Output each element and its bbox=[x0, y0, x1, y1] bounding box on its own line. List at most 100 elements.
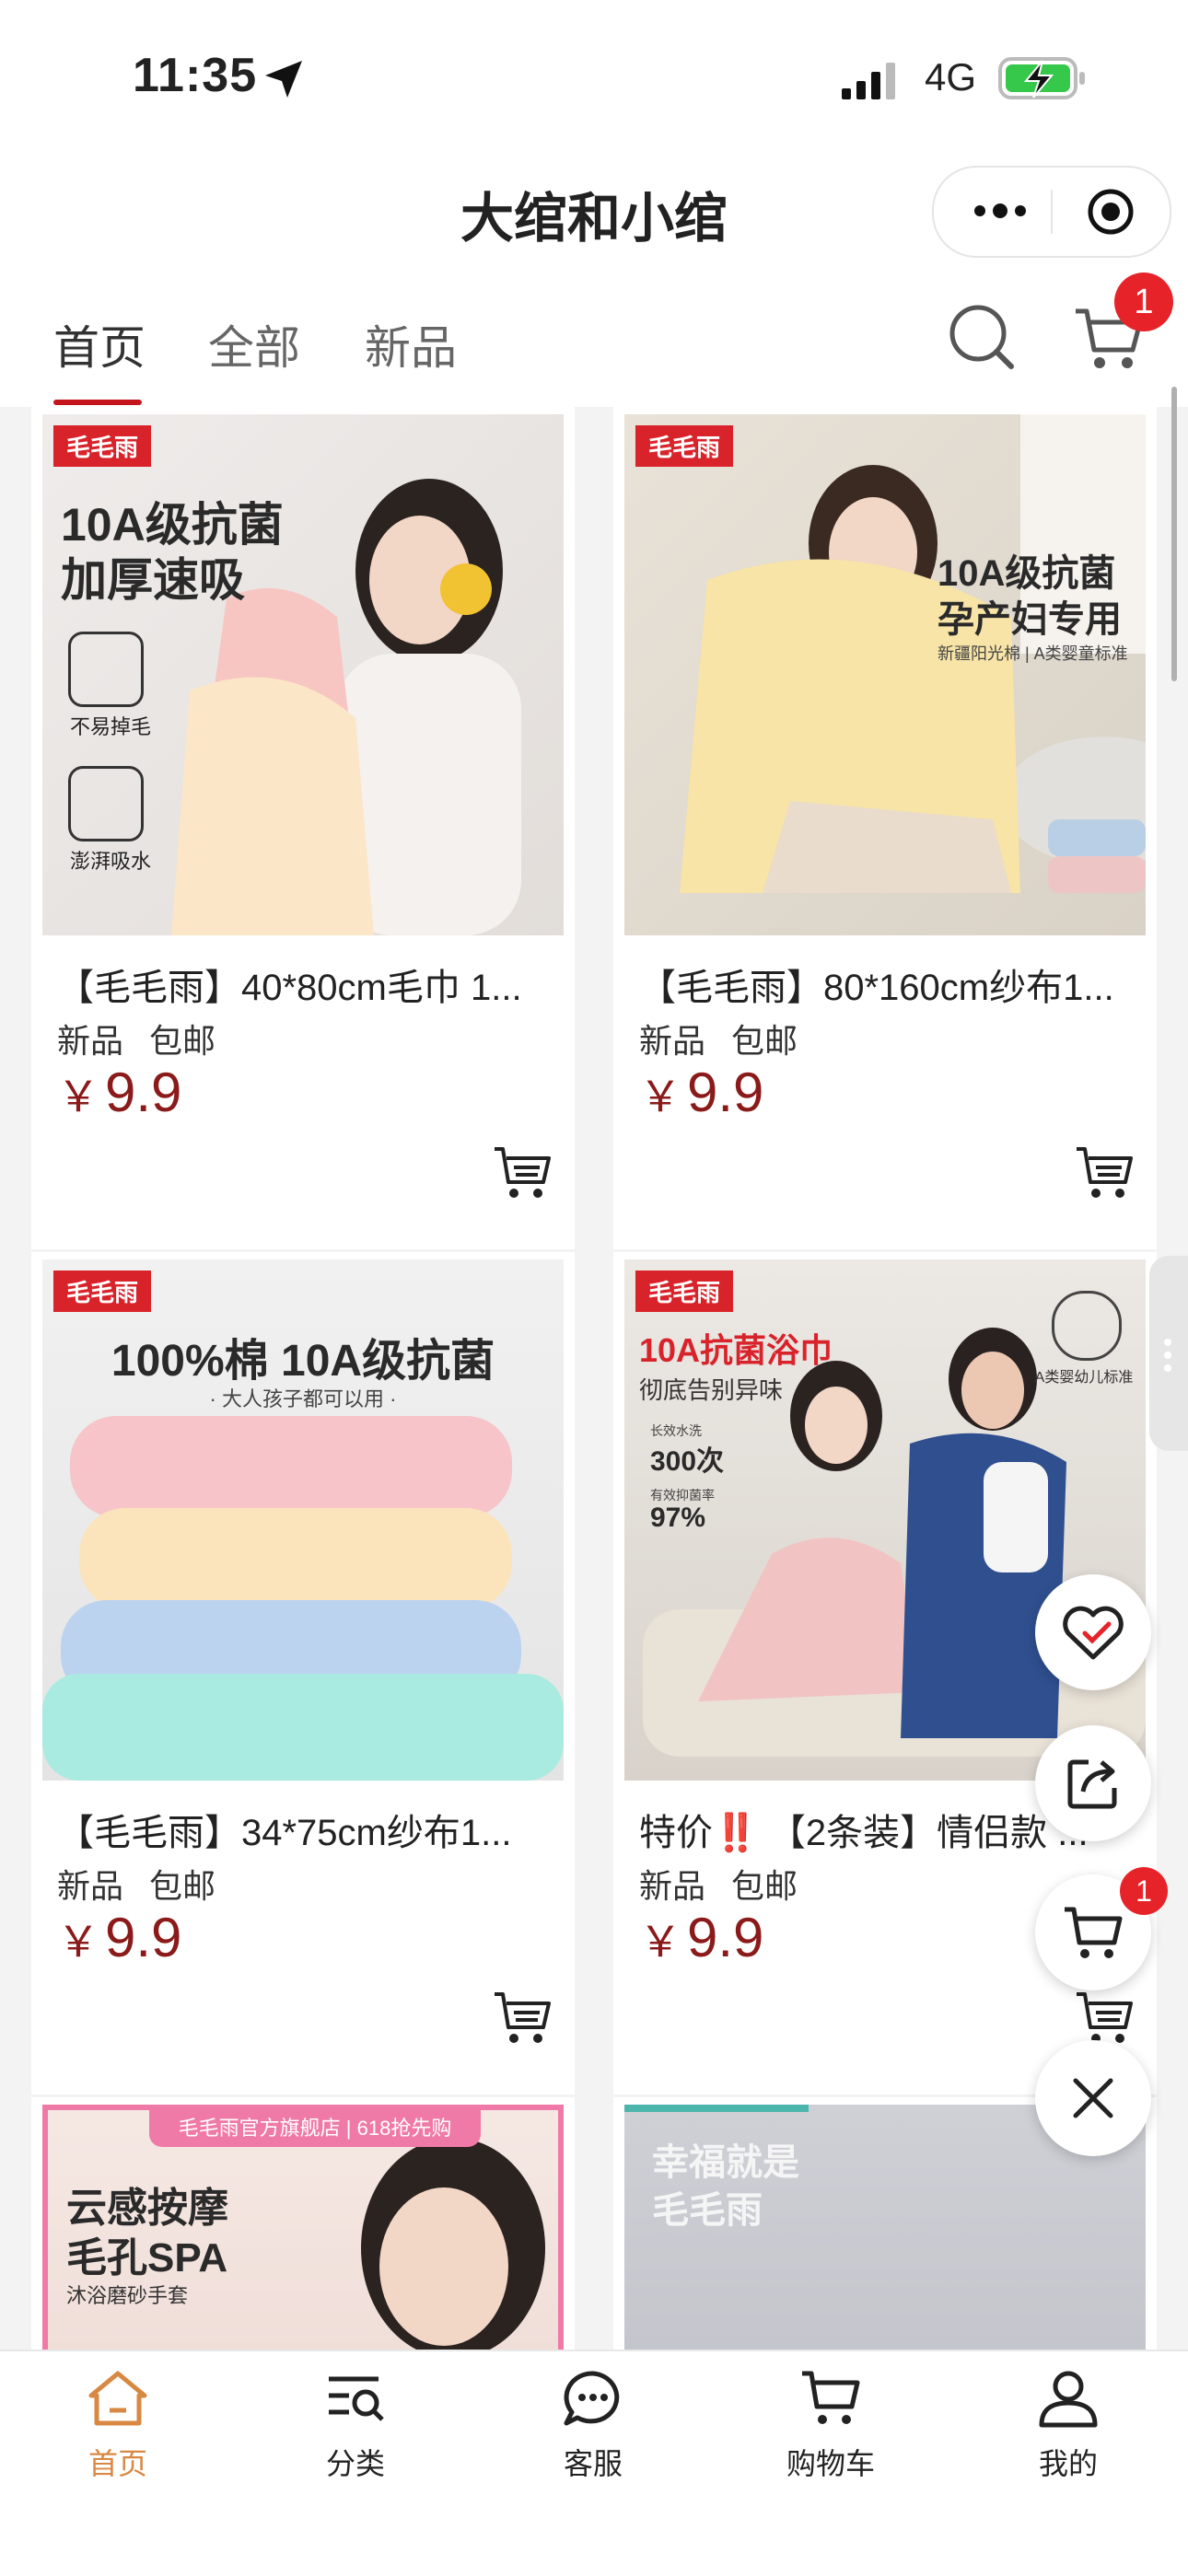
product-title[interactable]: 【毛毛雨】40*80cm毛巾 1... bbox=[57, 957, 554, 1011]
nav-label: 购物车 bbox=[786, 2447, 875, 2480]
product-image[interactable]: 毛毛雨 100%棉 10A级抗菌 · 大人孩子都可以用 · bbox=[42, 1259, 564, 1781]
product-image[interactable]: 毛毛雨 10A级抗菌 加厚速吸 不易掉毛 澎湃吸水 bbox=[42, 414, 564, 935]
nav-label: 首页 bbox=[87, 2447, 147, 2480]
stat-label: 长效水洗 bbox=[650, 1423, 702, 1438]
status-bar: 11:35 4G bbox=[0, 0, 1188, 157]
search-icon[interactable] bbox=[947, 302, 1017, 372]
image-subtext: · 大人孩子都可以用 · bbox=[209, 1387, 397, 1410]
tab-bar: 首页 全部 新品 bbox=[0, 295, 1188, 407]
price-value: 9.9 bbox=[687, 1062, 764, 1123]
side-drawer-handle[interactable] bbox=[1149, 1256, 1188, 1451]
product-card[interactable]: 毛毛雨 100%棉 10A级抗菌 · 大人孩子都可以用 · 【毛毛雨】34*75… bbox=[31, 1252, 575, 2094]
nav-label: 分类 bbox=[325, 2447, 385, 2480]
battery-charging-icon bbox=[998, 57, 1085, 99]
product-price: ￥ 9.9 bbox=[57, 1906, 181, 1969]
product-card[interactable]: 毛毛雨 10A级抗菌 加厚速吸 不易掉毛 澎湃吸水 【毛毛雨】40*80cm毛巾… bbox=[31, 407, 575, 1249]
tab-all[interactable]: 全部 bbox=[208, 311, 300, 377]
feature-label: 不易掉毛 bbox=[70, 715, 152, 738]
cart-icon bbox=[802, 2371, 860, 2424]
image-subtext: 沐浴磨砂手套 bbox=[66, 2284, 189, 2307]
tag-free-shipping: 包邮 bbox=[731, 1022, 798, 1060]
status-time: 11:35 bbox=[133, 49, 258, 102]
product-image[interactable]: 毛毛雨 10A级抗菌 孕产妇专用 新疆阳光棉 | A类婴童标准 bbox=[624, 414, 1146, 935]
stat-value: 97% bbox=[650, 1503, 706, 1533]
product-tags: 新品 包邮 bbox=[57, 1860, 241, 1908]
heart-check-icon bbox=[1063, 1606, 1124, 1660]
badge-label: A类婴幼儿标准 bbox=[1034, 1370, 1134, 1386]
nav-home[interactable]: 首页 bbox=[35, 2368, 201, 2483]
product-tags: 新品 包邮 bbox=[57, 1015, 241, 1062]
stat-label: 有效抑菌率 bbox=[650, 1488, 715, 1503]
user-icon bbox=[1039, 2371, 1098, 2428]
product-photo bbox=[680, 414, 1146, 893]
favorite-button[interactable] bbox=[1035, 1574, 1151, 1690]
add-to-cart-icon[interactable] bbox=[1074, 1989, 1135, 2046]
location-arrow-icon bbox=[265, 61, 302, 98]
image-subtext: 彻底告别异味 bbox=[639, 1376, 784, 1404]
feature-label: 澎湃吸水 bbox=[70, 850, 152, 873]
product-card[interactable]: 毛毛雨官方旗舰店 | 618抢先购 云感按摩 毛孔SPA 沐浴磨砂手套 bbox=[31, 2097, 575, 2473]
currency-symbol: ￥ bbox=[639, 1073, 681, 1120]
nav-profile[interactable]: 我的 bbox=[985, 2368, 1151, 2483]
product-title[interactable]: 【毛毛雨】80*160cm纱布1... bbox=[639, 957, 1136, 1011]
tab-home[interactable]: 首页 bbox=[53, 311, 146, 377]
image-subtext: 新疆阳光棉 | A类婴童标准 bbox=[938, 644, 1128, 663]
price-value: 9.9 bbox=[105, 1907, 182, 1968]
cart-icon bbox=[1065, 1907, 1123, 1958]
nav-label: 客服 bbox=[563, 2447, 623, 2480]
stat-value: 300次 bbox=[650, 1446, 725, 1477]
capsule-divider bbox=[1051, 190, 1053, 234]
product-tags: 新品 包邮 bbox=[639, 1015, 823, 1062]
baby-badge-icon bbox=[1052, 1291, 1122, 1361]
brand-tag: 毛毛雨 bbox=[53, 425, 152, 467]
close-float-button[interactable] bbox=[1035, 2040, 1151, 2156]
image-headline: 加厚速吸 bbox=[61, 554, 245, 606]
feature-icon bbox=[68, 766, 144, 841]
image-headline: 孕产妇专用 bbox=[938, 599, 1122, 640]
nav-category[interactable]: 分类 bbox=[273, 2368, 438, 2483]
tab-new[interactable]: 新品 bbox=[365, 311, 457, 377]
brand-tag: 毛毛雨 bbox=[635, 425, 734, 467]
product-title[interactable]: 【毛毛雨】34*75cm纱布1... bbox=[57, 1803, 554, 1856]
tag-new: 新品 bbox=[639, 1867, 706, 1905]
image-headline: 10A抗菌浴巾 bbox=[639, 1331, 833, 1369]
nav-label: 我的 bbox=[1038, 2447, 1098, 2480]
promo-banner: 毛毛雨官方旗舰店 | 618抢先购 bbox=[149, 2110, 481, 2147]
price-value: 9.9 bbox=[105, 1062, 182, 1123]
product-image[interactable]: 毛毛雨 10A抗菌浴巾 彻底告别异味 长效水洗 300次 有效抑菌率 97% A… bbox=[624, 1259, 1146, 1781]
brand-tag: 毛毛雨 bbox=[635, 1271, 734, 1312]
share-button[interactable] bbox=[1035, 1725, 1151, 1841]
product-price: ￥ 9.9 bbox=[57, 1061, 181, 1124]
tag-new: 新品 bbox=[639, 1022, 706, 1060]
add-to-cart-icon[interactable] bbox=[1074, 1143, 1135, 1201]
currency-symbol: ￥ bbox=[639, 1918, 681, 1966]
float-cart-badge: 1 bbox=[1120, 1867, 1168, 1915]
bottom-nav: 首页 分类 客服 购物车 我的 bbox=[0, 2350, 1188, 2576]
tag-new: 新品 bbox=[57, 1867, 124, 1905]
add-to-cart-icon[interactable] bbox=[492, 1143, 553, 1201]
product-price: ￥ 9.9 bbox=[639, 1906, 763, 1969]
image-headline: 幸福就是 bbox=[652, 2142, 799, 2183]
close-icon bbox=[1073, 2078, 1113, 2118]
image-headline: 毛毛雨 bbox=[652, 2190, 763, 2231]
close-miniprogram-icon[interactable] bbox=[1087, 188, 1135, 236]
price-value: 9.9 bbox=[687, 1907, 764, 1968]
tab-active-indicator bbox=[53, 400, 142, 405]
tag-free-shipping: 包邮 bbox=[149, 1867, 216, 1905]
product-tags: 新品 包邮 bbox=[639, 1860, 823, 1908]
product-price: ￥ 9.9 bbox=[639, 1061, 763, 1124]
nav-service[interactable]: 客服 bbox=[510, 2368, 676, 2483]
add-to-cart-icon[interactable] bbox=[492, 1989, 553, 2046]
category-icon bbox=[329, 2376, 384, 2421]
more-icon[interactable] bbox=[973, 197, 1028, 225]
image-headline: 100%棉 10A级抗菌 bbox=[111, 1337, 495, 1386]
currency-symbol: ￥ bbox=[57, 1073, 99, 1120]
product-card[interactable]: 毛毛雨 10A级抗菌 孕产妇专用 新疆阳光棉 | A类婴童标准 【毛毛雨】80*… bbox=[613, 407, 1157, 1249]
scrollbar[interactable] bbox=[1171, 387, 1177, 681]
home-icon bbox=[88, 2371, 147, 2426]
chat-icon bbox=[564, 2371, 620, 2426]
tag-free-shipping: 包邮 bbox=[149, 1022, 216, 1060]
vertical-dots-icon bbox=[1164, 1339, 1171, 1372]
nav-cart[interactable]: 购物车 bbox=[748, 2368, 914, 2483]
image-accent-bar bbox=[624, 2105, 809, 2112]
